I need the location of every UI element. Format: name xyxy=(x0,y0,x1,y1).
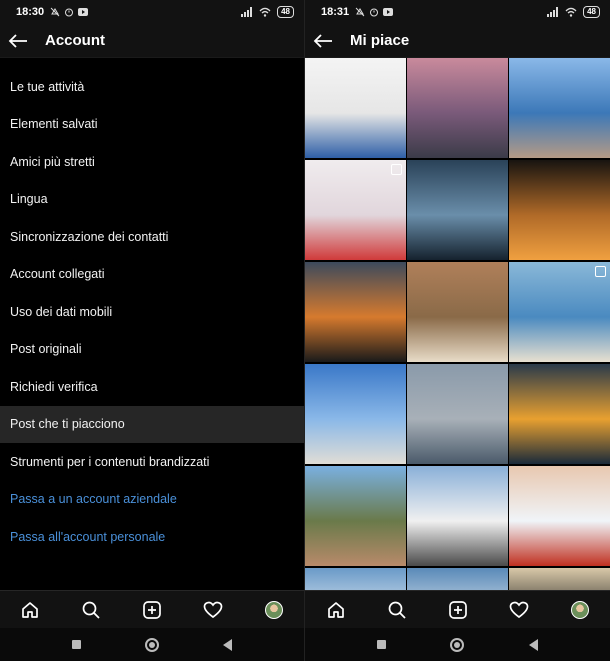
toys-balloons-photo[interactable] xyxy=(305,160,406,260)
signal-icon xyxy=(547,7,559,17)
avatar xyxy=(570,600,589,619)
new-post-icon[interactable] xyxy=(446,598,470,622)
settings-menu: Le tue attività Elementi salvati Amici più… xyxy=(0,58,304,556)
back-button-icon[interactable] xyxy=(223,638,232,651)
profile-avatar[interactable] xyxy=(568,598,592,622)
home-button-icon[interactable] xyxy=(145,637,159,652)
heart-icon[interactable] xyxy=(201,598,225,622)
lighthouse-sunset-photo[interactable] xyxy=(509,364,610,464)
avatar xyxy=(264,600,283,619)
menu-item[interactable]: Passa all'account personale xyxy=(0,518,304,556)
status-time: 18:30 xyxy=(16,6,45,18)
beach-coast-photo[interactable] xyxy=(509,262,610,362)
snow-mountain-tracks-photo[interactable] xyxy=(407,466,508,566)
profile-avatar[interactable] xyxy=(262,598,286,622)
battery-icon: 48 xyxy=(277,6,294,18)
cat-face-photo[interactable] xyxy=(407,262,508,362)
carousel-icon xyxy=(595,266,606,277)
status-time: 18:31 xyxy=(321,6,350,18)
app-bar: Mi piace xyxy=(305,24,610,58)
person-rocks-sea-photo[interactable] xyxy=(509,58,610,158)
search-icon[interactable] xyxy=(385,598,409,622)
menu-item[interactable]: Account collegati xyxy=(0,256,304,294)
system-nav xyxy=(305,628,610,661)
mountain-peak-photo[interactable] xyxy=(305,568,406,590)
account-screen: 18:30 48 Account Le tue attività Elementi… xyxy=(0,0,304,661)
page-title: Account xyxy=(45,32,105,49)
sailboats-photo[interactable] xyxy=(407,364,508,464)
new-post-icon[interactable] xyxy=(140,598,164,622)
battery-icon: 48 xyxy=(583,6,600,18)
app-bar: Account xyxy=(0,24,304,58)
status-bar: 18:30 48 xyxy=(0,0,304,24)
silent-icon xyxy=(50,7,60,17)
menu-item[interactable]: Post che ti piacciono xyxy=(0,405,304,443)
menu-item[interactable]: Richiedi verifica xyxy=(0,368,304,406)
signal-icon xyxy=(241,7,253,17)
liked-posts-screen: 18:31 48 Mi piace xyxy=(305,0,610,661)
menu-item[interactable]: Le tue attività xyxy=(0,68,304,106)
alarm-icon xyxy=(370,8,379,17)
menu-item[interactable]: Amici più stretti xyxy=(0,143,304,181)
mugs-photo[interactable] xyxy=(305,58,406,158)
heart-icon[interactable] xyxy=(507,598,531,622)
home-icon[interactable] xyxy=(324,598,348,622)
carousel-icon xyxy=(391,164,402,175)
clouds-photo[interactable] xyxy=(407,568,508,590)
youtube-icon xyxy=(78,8,89,16)
menu-item[interactable]: Passa a un account aziendale xyxy=(0,481,304,519)
bottom-nav xyxy=(305,590,610,628)
status-bar: 18:31 48 xyxy=(305,0,610,24)
home-button-icon[interactable] xyxy=(450,637,465,652)
menu-item[interactable]: Elementi salvati xyxy=(0,106,304,144)
back-arrow-icon[interactable] xyxy=(311,29,335,53)
hill-village-photo[interactable] xyxy=(305,466,406,566)
back-button-icon[interactable] xyxy=(528,638,538,651)
search-icon[interactable] xyxy=(79,598,103,622)
sunset-sky-photo[interactable] xyxy=(305,262,406,362)
white-town-sea-photo[interactable] xyxy=(305,364,406,464)
cave-sunset-sea-photo[interactable] xyxy=(509,160,610,260)
back-arrow-icon[interactable] xyxy=(6,29,30,53)
recents-icon[interactable] xyxy=(72,640,81,649)
recents-icon[interactable] xyxy=(377,640,387,649)
cliff-sunset-photo[interactable] xyxy=(407,58,508,158)
snowboarder-photo[interactable] xyxy=(509,466,610,566)
youtube-icon xyxy=(383,8,394,16)
bottom-nav xyxy=(0,590,304,628)
page-title: Mi piace xyxy=(350,32,410,49)
menu-item[interactable]: Uso dei dati mobili xyxy=(0,293,304,331)
menu-item[interactable]: Strumenti per i contenuti brandizzati xyxy=(0,443,304,481)
home-icon[interactable] xyxy=(18,598,42,622)
liked-posts-grid xyxy=(305,58,610,590)
silent-icon xyxy=(355,7,365,17)
menu-item[interactable]: Post originali xyxy=(0,331,304,369)
ice-cave-photo[interactable] xyxy=(407,160,508,260)
beach-shadow-photo[interactable] xyxy=(509,568,610,590)
system-nav xyxy=(0,628,304,661)
wifi-icon xyxy=(565,7,577,17)
alarm-icon xyxy=(65,8,74,17)
wifi-icon xyxy=(259,7,271,17)
menu-item[interactable]: Sincronizzazione dei contatti xyxy=(0,218,304,256)
menu-item[interactable]: Lingua xyxy=(0,181,304,219)
